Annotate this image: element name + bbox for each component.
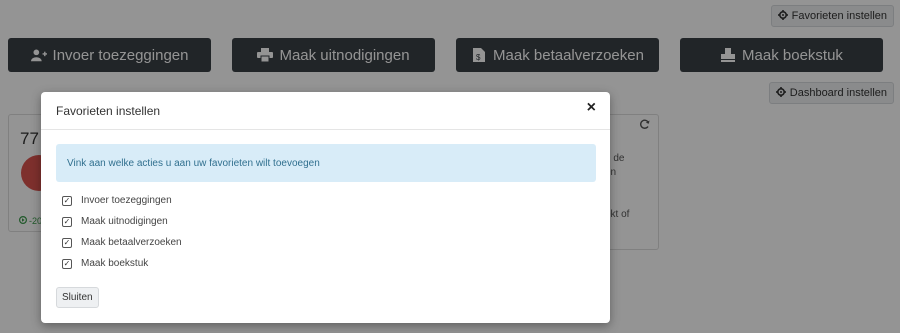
favorites-modal: Favorieten instellen × Vink aan welke ac… — [41, 92, 610, 323]
favorite-option[interactable]: ✓ — [62, 256, 72, 272]
info-alert-text: Vink aan welke acties u aan uw favoriete… — [67, 157, 320, 169]
checkbox[interactable]: ✓ — [62, 196, 72, 206]
checkbox[interactable]: ✓ — [62, 259, 72, 269]
favorite-option-label: Maak boekstuk — [81, 258, 149, 269]
close-button[interactable]: Sluiten — [56, 287, 99, 308]
modal-header: Favorieten instellen × — [41, 92, 610, 130]
favorite-option[interactable]: ✓ — [62, 235, 72, 251]
favorite-option-label: Maak uitnodigingen — [81, 216, 168, 227]
checkbox[interactable]: ✓ — [62, 217, 72, 227]
favorite-option[interactable]: ✓ — [62, 214, 72, 230]
modal-title: Favorieten instellen — [56, 104, 161, 118]
info-alert: Vink aan welke acties u aan uw favoriete… — [56, 144, 596, 182]
checkbox[interactable]: ✓ — [62, 238, 72, 248]
favorite-option-label: Invoer toezeggingen — [81, 195, 172, 206]
favorite-option-label: Maak betaalverzoeken — [81, 237, 182, 248]
close-icon[interactable]: × — [587, 99, 596, 117]
favorite-option[interactable]: ✓ — [62, 193, 72, 209]
